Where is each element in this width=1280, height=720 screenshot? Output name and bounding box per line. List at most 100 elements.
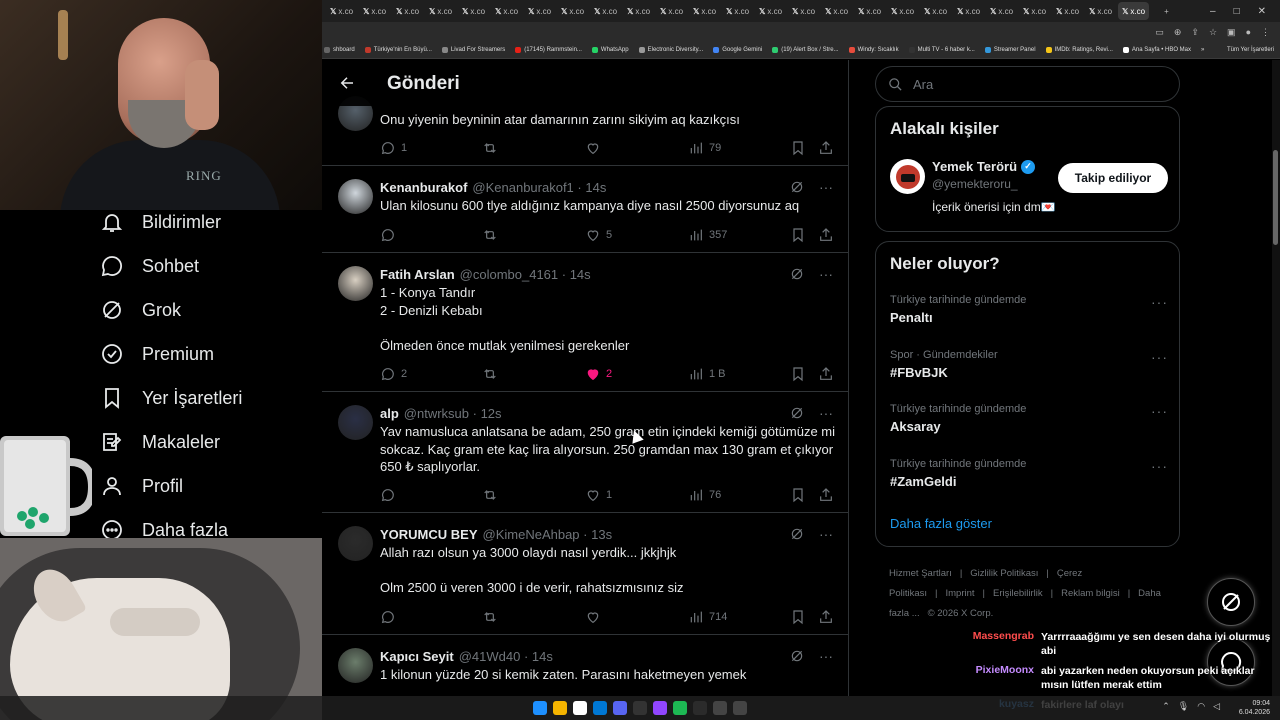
tweet-item[interactable]: Kenanburakof @Kenanburakof1 · 14s ··· Ulan … [322,166,848,253]
profile-avatar-icon[interactable]: ● [1246,27,1251,37]
views-button[interactable]: 714 [688,609,727,625]
browser-tab[interactable]: 𝕏x.co [1118,2,1149,20]
trend-item[interactable]: Türkiye tarihinde gündemde #ZamGeldi ··· [890,458,1168,489]
taskbar-app-icon[interactable] [593,701,607,715]
bookmark-button[interactable] [790,227,806,243]
bookmark-item[interactable]: Windy: Sıcaklık [848,47,899,53]
browser-tab[interactable]: 𝕏x.co [623,2,654,20]
bookmark-item[interactable]: IMDb: Ratings, Revi... [1045,47,1113,53]
nav-item-article[interactable]: Makaleler [100,430,220,454]
share-button[interactable] [818,227,834,243]
browser-tab[interactable]: 𝕏x.co [1019,2,1050,20]
wifi-icon[interactable]: ◠ [1197,701,1205,712]
repost-button[interactable] [482,140,503,156]
nav-item-bell[interactable]: Bildirimler [100,210,221,234]
bookmark-item[interactable]: Streamer Panel [984,47,1036,53]
taskbar-app-icon[interactable] [733,701,747,715]
tweet-time[interactable]: 12s [481,406,502,421]
bookmark-item[interactable]: Google Gemini [713,47,762,53]
nav-item-grok[interactable]: Grok [100,298,181,322]
trend-more-icon[interactable]: ··· [1151,349,1168,365]
menu-icon[interactable]: ⋮ [1261,27,1270,38]
like-button[interactable]: 2 [585,366,612,382]
trend-item[interactable]: Türkiye tarihinde gündemde Aksaray ··· [890,403,1168,434]
bookmark-item[interactable]: (17145) Rammstein... [515,47,582,53]
views-button[interactable]: 76 [688,487,721,503]
tweet-time[interactable]: 14s [570,267,591,282]
bookmark-button[interactable] [790,609,806,625]
clock[interactable]: 09:04 6.04.2026 [1239,699,1270,717]
share-button[interactable] [818,487,834,503]
cast-icon[interactable]: ▭ [1155,27,1164,38]
footer-link[interactable]: Erişilebilirlik [993,588,1043,599]
reply-button[interactable] [380,609,401,625]
maximize-button[interactable]: □ [1234,6,1240,17]
user-avatar[interactable] [338,266,373,301]
user-avatar[interactable] [338,179,373,214]
user-avatar[interactable] [338,526,373,561]
suggestion-name[interactable]: Yemek Terörü ✓ [932,159,1036,174]
browser-tab[interactable]: 𝕏x.co [953,2,984,20]
taskbar-app-icon[interactable] [713,701,727,715]
trend-more-icon[interactable]: ··· [1151,294,1168,310]
taskbar-app-icon[interactable] [573,701,587,715]
browser-tab[interactable]: 𝕏x.co [524,2,555,20]
bookmark-item[interactable]: WhatsApp [591,47,629,53]
browser-tab[interactable]: 𝕏x.co [821,2,852,20]
minimize-button[interactable]: – [1210,6,1216,17]
browser-tab[interactable]: 𝕏x.co [986,2,1017,20]
trend-more-icon[interactable]: ··· [1151,458,1168,474]
bookmark-item[interactable]: Türkiye'nin En Büyü... [364,47,432,53]
browser-tab[interactable]: 𝕏x.co [887,2,918,20]
browser-tab[interactable]: 𝕏x.co [1052,2,1083,20]
bookmark-item[interactable]: Electronic Diversity... [638,47,703,53]
browser-tab[interactable]: 𝕏x.co [425,2,456,20]
grok-fab-button[interactable] [1207,578,1255,626]
close-window-button[interactable]: ✕ [1258,6,1266,17]
tweet-item[interactable]: Fatih Arslan @colombo_4161 · 14s ··· 1 - Ko… [322,253,848,392]
show-more-link[interactable]: Daha fazla göster [890,516,992,531]
nav-item-bookmark[interactable]: Yer İşaretleri [100,386,242,410]
browser-tab[interactable]: 𝕏x.co [326,2,357,20]
tweet-author-name[interactable]: Fatih Arslan [380,267,455,282]
scrollbar-thumb[interactable] [1273,150,1278,245]
tweet-author-handle[interactable]: @ntwrksub [404,406,469,421]
tweet-item[interactable]: alp @ntwrksub · 12s ··· Yav namusluca anlat… [322,392,848,513]
trend-more-icon[interactable]: ··· [1151,403,1168,419]
bookmark-button[interactable] [790,140,806,156]
bookmark-item[interactable]: Ana Sayfa • HBO Max [1122,47,1191,53]
bookmark-item[interactable]: shboard [324,47,355,53]
browser-tab[interactable]: 𝕏x.co [656,2,687,20]
volume-icon[interactable]: ◁ [1213,701,1220,712]
back-arrow-icon[interactable] [338,74,356,92]
nav-item-premium[interactable]: Premium [100,342,214,366]
share-button[interactable] [818,609,834,625]
nav-item-profile[interactable]: Profil [100,474,183,498]
like-button[interactable]: 1 [585,487,612,503]
mic-icon[interactable]: 🎙 [1178,701,1189,712]
footer-link[interactable]: Gizlilik Politikası [970,568,1038,579]
browser-tab[interactable]: 𝕏x.co [557,2,588,20]
tweet-author-handle[interactable]: @colombo_4161 [460,267,558,282]
share-button[interactable] [818,140,834,156]
yemek-teroru-avatar[interactable] [890,159,925,194]
repost-button[interactable] [482,487,503,503]
reply-button[interactable]: 1 [380,140,407,156]
bookmark-item[interactable]: Livad For Streamers [441,47,505,53]
trend-item[interactable]: Spor · Gündemdekiler #FBvBJK ··· [890,349,1168,380]
browser-tab[interactable]: 𝕏x.co [722,2,753,20]
reply-button[interactable] [380,487,401,503]
browser-tab[interactable]: 𝕏x.co [788,2,819,20]
browser-tab[interactable]: 𝕏x.co [920,2,951,20]
taskbar-app-icon[interactable] [673,701,687,715]
reply-button[interactable] [380,227,401,243]
all-bookmarks-folder[interactable]: Tüm Yer İşaretleri [1227,47,1280,53]
tweet-item[interactable]: Onu yiyenin beyninin atar damarının zarı… [322,96,848,166]
browser-tab[interactable]: 𝕏x.co [1085,2,1116,20]
footer-link[interactable]: Imprint [945,588,974,599]
tweet-item[interactable]: Kapıcı Seyit @41Wd40 · 14s ··· 1 kilonun yü… [322,635,848,696]
browser-tab[interactable]: 𝕏x.co [458,2,489,20]
tweet-author-name[interactable]: alp [380,406,399,421]
tweet-time[interactable]: 14s [532,649,553,664]
following-button[interactable]: Takip ediliyor [1058,163,1168,193]
